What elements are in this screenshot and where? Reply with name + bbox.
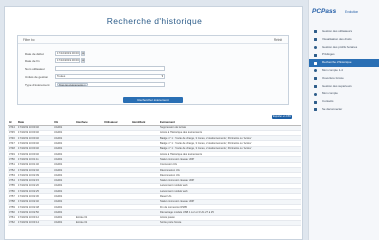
sidebar-item-label: Se déconnecter: [322, 106, 343, 111]
eye-icon: [314, 38, 317, 42]
history-icon: [314, 61, 317, 65]
sidebar-item[interactable]: Gestion des supérieurs: [309, 83, 379, 91]
date-start-input[interactable]: 17/10/2019 00:00: [55, 51, 80, 56]
clock-icon: [314, 45, 317, 49]
main-content: Recherche d'historique Filtre bo Réinit …: [4, 6, 303, 240]
search-button[interactable]: Rechercher évènement: [123, 97, 183, 103]
calendar-icon[interactable]: ▦: [81, 51, 85, 56]
logo-text: PCPass: [312, 8, 337, 15]
logout-icon: [314, 108, 317, 112]
sidebar-item[interactable]: Ouverture forcée: [309, 75, 379, 83]
sidebar-item[interactable]: Visualisation des droits: [309, 36, 379, 44]
user-name-input[interactable]: [55, 66, 165, 71]
sidebar-item-label: Mon compte 1-4: [322, 67, 343, 72]
unit-filter-select[interactable]: Toutes ▾: [55, 74, 165, 79]
table-cell: Sortie porte forcée: [159, 220, 301, 227]
sidebar-item[interactable]: Mon compte: [309, 90, 379, 98]
sidebar: PCPass Evolution Gestion des utilisateur…: [308, 0, 379, 240]
hierarchy-icon: [314, 84, 317, 88]
sidebar-item[interactable]: Recherche d'historique: [309, 59, 379, 67]
date-end-input[interactable]: 17/10/2019 00:00: [55, 58, 80, 63]
sidebar-item-label: Mon compte: [322, 91, 338, 96]
page-title: Recherche d'historique: [106, 16, 203, 26]
sidebar-item-label: Gestion des utilisateurs: [322, 29, 353, 33]
table-cell: Entrée 01: [75, 220, 103, 227]
filter-panel-header: Filtre bo Réinit: [18, 36, 288, 44]
results-table: Id Date UG Interface Utilisateur Identifiant E…: [8, 120, 301, 227]
sidebar-item[interactable]: Se déconnecter: [309, 106, 379, 114]
sidebar-item-label: Gestion des supérieurs: [322, 83, 352, 88]
contact-icon: [314, 100, 317, 104]
sidebar-item-label: Visualisation des droits: [322, 36, 352, 41]
table-cell: 3762: [8, 220, 17, 227]
chevron-down-icon: ▾: [161, 74, 163, 78]
event-type-label: Type d'évènement: [25, 82, 50, 87]
filter-reset-link[interactable]: Réinit: [274, 38, 282, 42]
table-body: 3744 17/10/19 10:00:40 UG001 Suppression de…: [8, 125, 301, 227]
sidebar-item-label: Privilèges: [322, 52, 335, 57]
date-start-label: Date de début: [25, 51, 44, 56]
sidebar-menu: Gestion des utilisateurs Visualisation de…: [309, 28, 379, 114]
table-cell: [103, 220, 131, 227]
sidebar-item-label: Gestion des profils horaires: [322, 44, 358, 49]
calendar-icon[interactable]: ▦: [81, 58, 85, 63]
logo-subtitle: Evolution: [345, 10, 359, 14]
user-name-label: Nom utilisateur: [25, 66, 46, 71]
sidebar-item-label: Recherche d'historique: [322, 60, 352, 65]
sidebar-item[interactable]: Mon compte 1-4: [309, 67, 379, 75]
sidebar-item[interactable]: Privilèges: [309, 51, 379, 59]
event-type-input[interactable]: Tous les évènements ×: [55, 82, 165, 87]
date-end-label: Date de fin: [25, 58, 40, 63]
sidebar-item[interactable]: Gestion des utilisateurs: [309, 28, 379, 36]
sidebar-item[interactable]: Gestion des profils horaires: [309, 44, 379, 52]
filter-panel-title: Filtre bo: [23, 38, 35, 42]
users-icon: [314, 30, 317, 34]
table-row[interactable]: 3762 17/10/19 10:03:14 UG001 Entrée 01 Sorti…: [8, 220, 301, 227]
sidebar-item-label: Contacts: [322, 99, 334, 104]
sidebar-item[interactable]: Contacts: [309, 98, 379, 106]
door-icon: [314, 77, 317, 81]
unit-filter-label: Unités de gestion: [25, 74, 49, 79]
export-csv-button[interactable]: Exporter en CSV: [272, 115, 292, 119]
app-logo: PCPass Evolution: [312, 8, 376, 20]
table-cell: UG001: [53, 220, 75, 227]
user-icon: [314, 69, 317, 73]
event-type-tag-label: Tous les évènements: [59, 84, 84, 87]
event-type-tag[interactable]: Tous les évènements ×: [57, 83, 88, 86]
key-icon: [314, 53, 317, 57]
filter-panel: Filtre bo Réinit Date de début 17/10/201…: [17, 35, 289, 105]
table-cell: [131, 220, 159, 227]
table-cell: 17/10/19 10:03:14: [17, 220, 53, 227]
close-icon[interactable]: ×: [84, 84, 86, 86]
account-icon: [314, 92, 317, 96]
sidebar-item-label: Ouverture forcée: [322, 75, 344, 80]
unit-filter-value: Toutes: [57, 74, 66, 78]
